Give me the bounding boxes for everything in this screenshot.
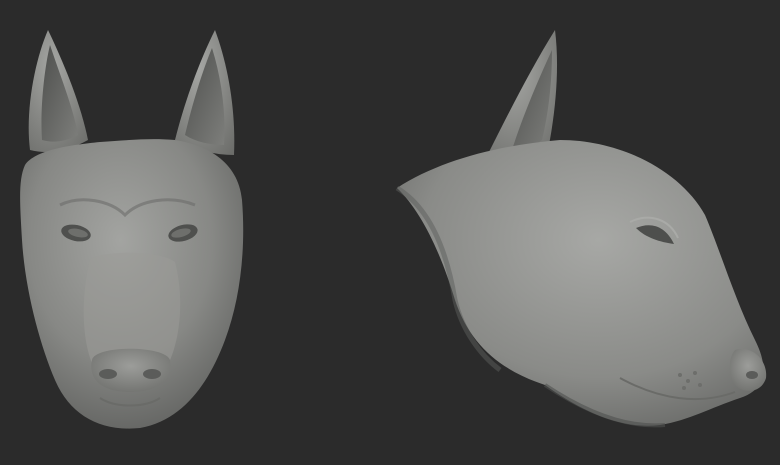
side-view-head [395, 30, 767, 428]
sculpt-viewport [0, 0, 780, 465]
front-left-nostril [99, 369, 117, 379]
front-view-head [20, 30, 244, 429]
front-right-nostril [143, 369, 161, 379]
side-nostril [746, 371, 758, 379]
sculpt-render [20, 30, 767, 429]
